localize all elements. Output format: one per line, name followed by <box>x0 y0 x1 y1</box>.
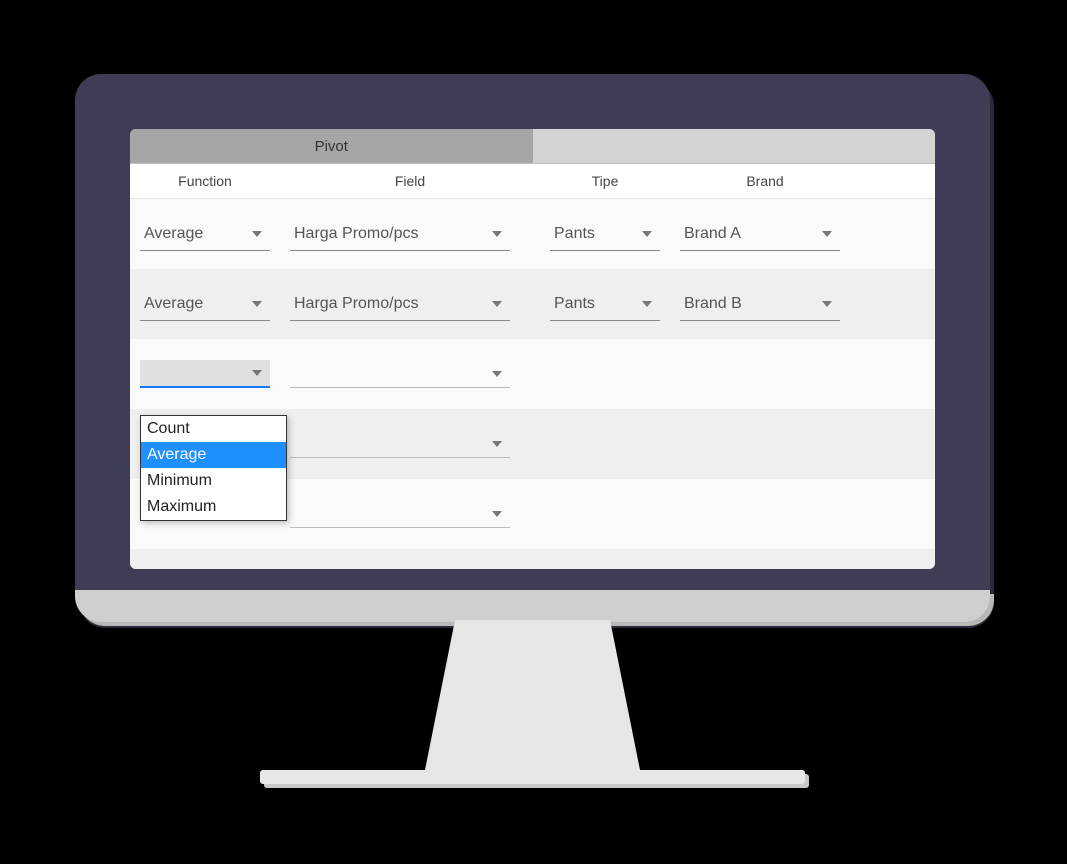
tab-label: Pivot <box>315 138 348 155</box>
field-select[interactable] <box>290 430 510 458</box>
tab-bar: Pivot <box>130 129 935 164</box>
chevron-down-icon <box>252 231 262 237</box>
option-label: Minimum <box>147 472 212 490</box>
brand-select[interactable]: Brand A <box>680 217 840 251</box>
option-label: Average <box>147 446 206 464</box>
function-select[interactable]: Average <box>140 217 270 251</box>
header-field: Field <box>280 164 540 198</box>
tipe-select[interactable]: Pants <box>550 217 660 251</box>
chevron-down-icon <box>492 231 502 237</box>
field-select[interactable] <box>290 500 510 528</box>
field-select[interactable]: Harga Promo/pcs <box>290 217 510 251</box>
monitor-body: Pivot Function Field Tipe Brand Average <box>75 74 990 622</box>
option-label: Count <box>147 420 190 438</box>
pivot-row: Average Harga Promo/pcs Pants <box>130 269 935 339</box>
chevron-down-icon <box>252 301 262 307</box>
header-function: Function <box>130 164 280 198</box>
tipe-value: Pants <box>554 225 595 243</box>
function-select[interactable]: Average <box>140 287 270 321</box>
pivot-row <box>130 549 935 569</box>
field-select[interactable] <box>290 560 510 569</box>
function-select[interactable] <box>140 560 270 569</box>
chevron-down-icon <box>642 301 652 307</box>
header-tipe: Tipe <box>540 164 670 198</box>
pivot-row: Average Harga Promo/pcs Pants <box>130 199 935 269</box>
dropdown-option-average[interactable]: Average <box>141 442 286 468</box>
data-area: Average Harga Promo/pcs Pants <box>130 199 935 569</box>
monitor-base <box>260 770 805 784</box>
chevron-down-icon <box>252 370 262 376</box>
dropdown-option-count[interactable]: Count <box>141 416 286 442</box>
monitor-chin <box>75 590 990 622</box>
field-select[interactable] <box>290 360 510 388</box>
column-headers: Function Field Tipe Brand <box>130 164 935 199</box>
option-label: Maximum <box>147 498 216 516</box>
function-value: Average <box>144 225 203 243</box>
dropdown-option-minimum[interactable]: Minimum <box>141 468 286 494</box>
tab-other[interactable] <box>533 129 936 163</box>
tipe-value: Pants <box>554 295 595 313</box>
field-value: Harga Promo/pcs <box>294 295 419 313</box>
field-select[interactable]: Harga Promo/pcs <box>290 287 510 321</box>
tab-pivot[interactable]: Pivot <box>130 129 533 163</box>
function-select[interactable] <box>140 360 270 388</box>
chevron-down-icon <box>492 441 502 447</box>
header-brand: Brand <box>670 164 860 198</box>
pivot-row <box>130 339 935 409</box>
brand-value: Brand A <box>684 225 741 243</box>
brand-value: Brand B <box>684 295 742 313</box>
tipe-select[interactable]: Pants <box>550 287 660 321</box>
monitor-illustration: Pivot Function Field Tipe Brand Average <box>0 0 1067 864</box>
chevron-down-icon <box>492 301 502 307</box>
chevron-down-icon <box>492 371 502 377</box>
field-value: Harga Promo/pcs <box>294 225 419 243</box>
chevron-down-icon <box>642 231 652 237</box>
function-dropdown-popup: Count Average Minimum Maximum <box>140 415 287 521</box>
chevron-down-icon <box>492 511 502 517</box>
chevron-down-icon <box>822 231 832 237</box>
monitor-neck <box>455 620 610 770</box>
function-value: Average <box>144 295 203 313</box>
dropdown-option-maximum[interactable]: Maximum <box>141 494 286 520</box>
screen: Pivot Function Field Tipe Brand Average <box>130 129 935 569</box>
brand-select[interactable]: Brand B <box>680 287 840 321</box>
chevron-down-icon <box>822 301 832 307</box>
